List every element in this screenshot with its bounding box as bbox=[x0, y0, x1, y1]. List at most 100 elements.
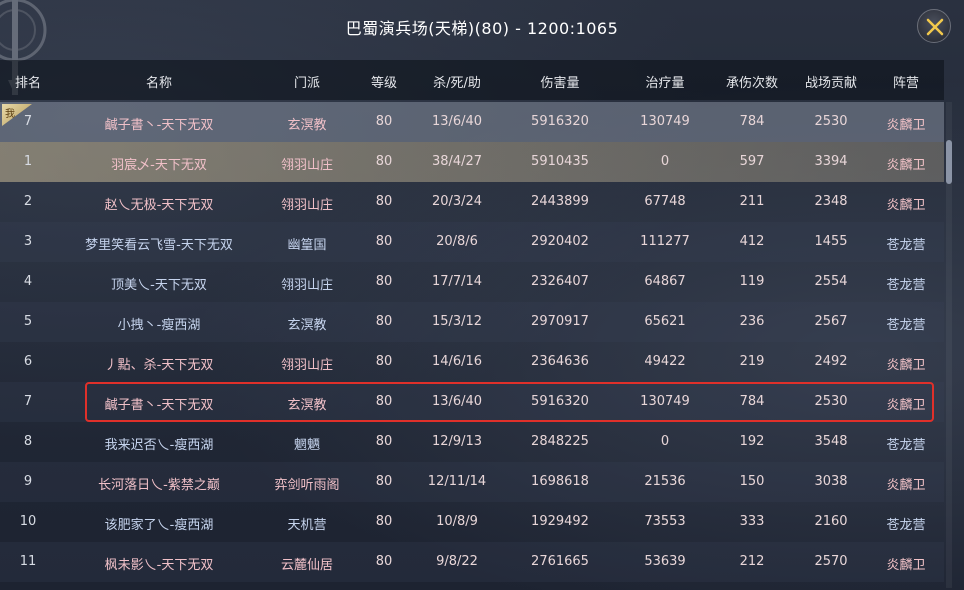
cell-kda: 15/3/12 bbox=[431, 314, 483, 329]
table-row[interactable]: 2 赵乀无极-天下无双 翎羽山庄 80 20/3/24 2443899 6774… bbox=[0, 182, 944, 222]
col-header-faction[interactable]: 阵营 bbox=[893, 72, 919, 91]
col-header-level[interactable]: 等级 bbox=[371, 72, 397, 91]
cell-hits-taken: 597 bbox=[739, 154, 765, 169]
cell-rank: 5 bbox=[23, 314, 33, 329]
col-header-rank[interactable]: 排名 bbox=[15, 72, 41, 91]
cell-healing: 65621 bbox=[644, 314, 686, 329]
cell-contribution: 2530 bbox=[814, 114, 848, 129]
cell-healing: 49422 bbox=[644, 354, 686, 369]
cell-sect: 玄溟教 bbox=[287, 318, 327, 333]
cell-contribution: 3548 bbox=[814, 434, 848, 449]
cell-hits-taken: 784 bbox=[739, 114, 765, 129]
close-button[interactable] bbox=[917, 9, 951, 43]
scoreboard-panel: 巴蜀演兵场(天梯)(80) - 1200:1065 排名 名称 门派 等级 杀/… bbox=[0, 0, 964, 590]
table-row[interactable]: 10 该肥家了乀-瘦西湖 天机营 80 10/8/9 1929492 73553… bbox=[0, 502, 944, 542]
cell-name: 鹹子書丶-天下无双 bbox=[104, 118, 214, 133]
cell-faction: 苍龙营 bbox=[886, 318, 926, 333]
cell-damage: 2970917 bbox=[531, 314, 589, 329]
cell-name: 羽宸乄-天下无双 bbox=[111, 158, 207, 173]
cell-damage: 1929492 bbox=[531, 514, 589, 529]
cell-faction: 炎麟卫 bbox=[886, 198, 926, 213]
col-header-sect[interactable]: 门派 bbox=[294, 72, 320, 91]
highlight-annotation-box bbox=[85, 382, 934, 422]
cell-kda: 13/6/40 bbox=[431, 114, 483, 129]
cell-contribution: 3394 bbox=[814, 154, 848, 169]
cell-healing: 111277 bbox=[640, 234, 690, 249]
table-row[interactable]: 4 顶美乀-天下无双 翎羽山庄 80 17/7/14 2326407 64867… bbox=[0, 262, 944, 302]
table-row[interactable]: 1 羽宸乄-天下无双 翎羽山庄 80 38/4/27 5910435 0 597… bbox=[0, 142, 944, 182]
cell-hits-taken: 192 bbox=[739, 434, 765, 449]
cell-level: 80 bbox=[375, 234, 393, 249]
title-bar: 巴蜀演兵场(天梯)(80) - 1200:1065 bbox=[0, 0, 964, 56]
cell-rank: 9 bbox=[23, 474, 33, 489]
cell-damage: 2443899 bbox=[531, 194, 589, 209]
cell-faction: 苍龙营 bbox=[886, 438, 926, 453]
close-icon bbox=[926, 18, 944, 36]
cell-level: 80 bbox=[375, 194, 393, 209]
cell-sect: 翎羽山庄 bbox=[280, 278, 334, 293]
cell-rank: 10 bbox=[19, 514, 37, 529]
col-header-contribution[interactable]: 战场贡献 bbox=[805, 72, 857, 91]
cell-healing: 64867 bbox=[644, 274, 686, 289]
cell-level: 80 bbox=[375, 114, 393, 129]
cell-kda: 14/6/16 bbox=[431, 354, 483, 369]
cell-level: 80 bbox=[375, 274, 393, 289]
cell-contribution: 3038 bbox=[814, 474, 848, 489]
cell-rank: 7 bbox=[23, 394, 33, 409]
cell-sect: 玄溟教 bbox=[287, 118, 327, 133]
cell-damage: 5916320 bbox=[531, 114, 589, 129]
cell-sect: 弈剑听雨阁 bbox=[274, 478, 340, 493]
cell-healing: 53639 bbox=[644, 554, 686, 569]
scrollbar-thumb[interactable] bbox=[946, 140, 952, 184]
col-header-healing[interactable]: 治疗量 bbox=[645, 72, 684, 91]
cell-name: 长河落日乀-紫禁之巅 bbox=[98, 478, 220, 493]
cell-rank: 7 bbox=[23, 114, 33, 129]
cell-faction: 苍龙营 bbox=[886, 238, 926, 253]
cell-name: 丿點、杀-天下无双 bbox=[104, 358, 214, 373]
table-row[interactable]: 3 梦里笑看云飞雪-天下无双 幽篁国 80 20/8/6 2920402 111… bbox=[0, 222, 944, 262]
table-row[interactable]: 9 长河落日乀-紫禁之巅 弈剑听雨阁 80 12/11/14 1698618 2… bbox=[0, 462, 944, 502]
table-row-self[interactable]: 7 鹹子書丶-天下无双 玄溟教 80 13/6/40 5916320 13074… bbox=[0, 102, 944, 142]
table-row[interactable]: 11 枫未影乀-天下无双 云麓仙居 80 9/8/22 2761665 5363… bbox=[0, 542, 944, 582]
cell-faction: 炎麟卫 bbox=[886, 158, 926, 173]
cell-contribution: 2554 bbox=[814, 274, 848, 289]
cell-contribution: 2567 bbox=[814, 314, 848, 329]
cell-name: 我来迟否乀-瘦西湖 bbox=[104, 438, 214, 453]
cell-kda: 10/8/9 bbox=[436, 514, 478, 529]
cell-kda: 38/4/27 bbox=[431, 154, 483, 169]
table-row[interactable]: 5 小拽丶-瘦西湖 玄溟教 80 15/3/12 2970917 65621 2… bbox=[0, 302, 944, 342]
cell-damage: 5910435 bbox=[531, 154, 589, 169]
cell-rank: 3 bbox=[23, 234, 33, 249]
cell-name: 枫未影乀-天下无双 bbox=[104, 558, 214, 573]
col-header-damage[interactable]: 伤害量 bbox=[540, 72, 579, 91]
col-header-kda[interactable]: 杀/死/助 bbox=[433, 72, 481, 91]
cell-sect: 魍魉 bbox=[293, 438, 321, 453]
col-header-name[interactable]: 名称 bbox=[146, 72, 172, 91]
cell-sect: 翎羽山庄 bbox=[280, 358, 334, 373]
cell-name: 该肥家了乀-瘦西湖 bbox=[104, 518, 214, 533]
cell-rank: 2 bbox=[23, 194, 33, 209]
col-header-hits-taken[interactable]: 承伤次数 bbox=[726, 72, 778, 91]
cell-level: 80 bbox=[375, 354, 393, 369]
cell-level: 80 bbox=[375, 474, 393, 489]
cell-kda: 20/3/24 bbox=[431, 194, 483, 209]
cell-contribution: 2492 bbox=[814, 354, 848, 369]
cell-name: 顶美乀-天下无双 bbox=[111, 278, 207, 293]
cell-damage: 1698618 bbox=[531, 474, 589, 489]
cell-sect: 幽篁国 bbox=[287, 238, 327, 253]
cell-healing: 67748 bbox=[644, 194, 686, 209]
cell-rank: 6 bbox=[23, 354, 33, 369]
cell-sect: 翎羽山庄 bbox=[280, 158, 334, 173]
cell-healing: 21536 bbox=[644, 474, 686, 489]
cell-damage: 2920402 bbox=[531, 234, 589, 249]
cell-hits-taken: 219 bbox=[739, 354, 765, 369]
table-row[interactable]: 8 我来迟否乀-瘦西湖 魍魉 80 12/9/13 2848225 0 192 … bbox=[0, 422, 944, 462]
cell-hits-taken: 333 bbox=[739, 514, 765, 529]
cell-healing: 73553 bbox=[644, 514, 686, 529]
table-row[interactable]: 6 丿點、杀-天下无双 翎羽山庄 80 14/6/16 2364636 4942… bbox=[0, 342, 944, 382]
cell-level: 80 bbox=[375, 514, 393, 529]
cell-faction: 炎麟卫 bbox=[886, 558, 926, 573]
cell-rank: 11 bbox=[19, 554, 37, 569]
cell-hits-taken: 150 bbox=[739, 474, 765, 489]
cell-healing: 0 bbox=[660, 434, 670, 449]
